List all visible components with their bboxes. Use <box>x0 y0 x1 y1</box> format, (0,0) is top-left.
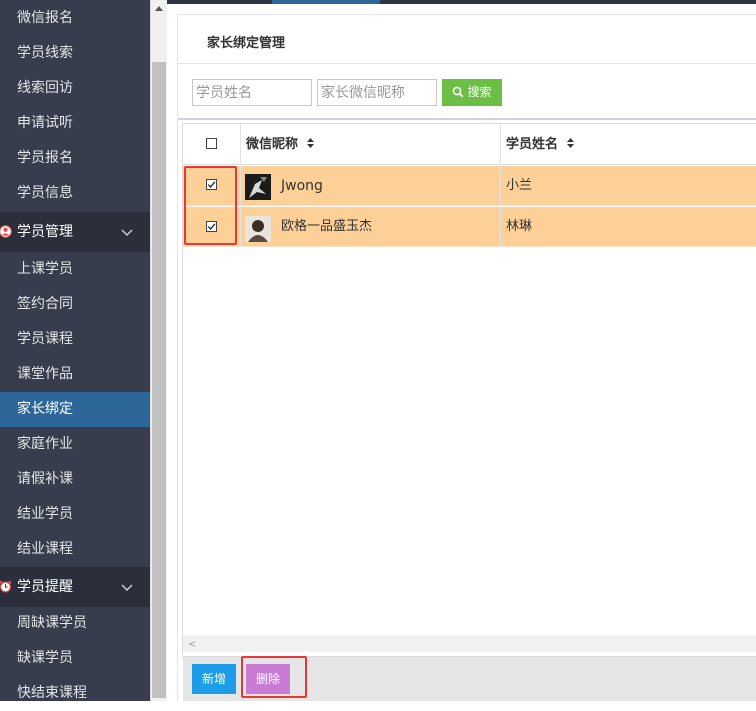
sort-icon[interactable] <box>566 137 575 149</box>
scroll-up-arrow-icon[interactable] <box>155 6 163 11</box>
alarm-clock-icon <box>0 580 12 593</box>
table-horizontal-scrollbar[interactable]: < <box>183 635 756 652</box>
wechat-nickname: Jwong <box>281 178 323 194</box>
sidebar-item-student-info[interactable]: 学员信息 <box>0 176 150 211</box>
sidebar-item-wechat-signup[interactable]: 微信报名 <box>0 1 150 36</box>
student-name: 小兰 <box>506 178 533 193</box>
sidebar-scrollbar[interactable] <box>150 0 167 701</box>
sidebar-group-label: 学员管理 <box>17 224 73 240</box>
table-header: 微信昵称 学员姓名 <box>183 124 756 165</box>
student-name: 林琳 <box>506 219 533 234</box>
sidebar-item-attending-students[interactable]: 上课学员 <box>0 252 150 287</box>
sidebar-item-ending-courses[interactable]: 快结束课程 <box>0 676 150 711</box>
sidebar: 微信报名 学员线索 线索回访 申请试听 学员报名 学员信息 学员管理 上课学员 … <box>0 0 150 701</box>
sidebar-item-homework[interactable]: 家庭作业 <box>0 427 150 462</box>
table-row[interactable]: 欧格一品盛玉杰 林琳 <box>183 207 756 247</box>
divider <box>178 63 756 64</box>
sidebar-item-contracts[interactable]: 签约合同 <box>0 287 150 322</box>
sidebar-item-student-leads[interactable]: 学员线索 <box>0 36 150 71</box>
column-divider <box>500 124 501 247</box>
chevron-down-icon <box>121 229 133 236</box>
column-header-wechat-nickname[interactable]: 微信昵称 <box>240 124 500 164</box>
column-header-student-name[interactable]: 学员姓名 <box>500 124 756 164</box>
sidebar-item-student-courses[interactable]: 学员课程 <box>0 322 150 357</box>
sidebar-item-trial-request[interactable]: 申请试听 <box>0 106 150 141</box>
top-nav-active-indicator <box>272 0 380 4</box>
avatar <box>245 216 271 242</box>
sidebar-item-leave-makeup[interactable]: 请假补课 <box>0 462 150 497</box>
sidebar-group-student-reminders[interactable]: 学员提醒 <box>0 567 150 607</box>
sort-icon[interactable] <box>306 137 315 149</box>
student-name-input[interactable] <box>192 79 312 106</box>
search-button-label: 搜索 <box>467 85 492 99</box>
search-button[interactable]: 搜索 <box>442 79 502 106</box>
sidebar-item-student-enroll[interactable]: 学员报名 <box>0 141 150 176</box>
column-divider <box>240 124 241 247</box>
select-all-checkbox[interactable] <box>206 138 217 149</box>
sidebar-group-student-management[interactable]: 学员管理 <box>0 212 150 252</box>
column-header-label: 学员姓名 <box>506 137 559 152</box>
checkbox-highlight-box <box>184 166 237 245</box>
sidebar-item-graduated-courses[interactable]: 结业课程 <box>0 532 150 567</box>
scroll-left-arrow-icon[interactable]: < <box>188 639 196 650</box>
sidebar-item-lead-followup[interactable]: 线索回访 <box>0 71 150 106</box>
column-header-label: 微信昵称 <box>246 137 299 152</box>
avatar <box>245 174 271 200</box>
search-icon <box>453 86 464 98</box>
scrollbar-thumb[interactable] <box>152 62 166 698</box>
chevron-down-icon <box>121 584 133 591</box>
wechat-nickname-input[interactable] <box>317 79 437 106</box>
divider <box>178 118 756 120</box>
sidebar-group-label: 学员提醒 <box>17 579 73 595</box>
delete-highlight-box <box>241 656 307 698</box>
wechat-nickname: 欧格一品盛玉杰 <box>281 219 373 234</box>
sidebar-item-graduated-students[interactable]: 结业学员 <box>0 497 150 532</box>
sidebar-item-absent-students[interactable]: 缺课学员 <box>0 641 150 676</box>
table-row[interactable]: Jwong 小兰 <box>183 166 756 206</box>
page-title: 家长绑定管理 <box>207 36 286 51</box>
sidebar-item-parent-binding[interactable]: 家长绑定 <box>0 392 150 427</box>
sidebar-item-class-works[interactable]: 课堂作品 <box>0 357 150 392</box>
add-button[interactable]: 新增 <box>192 664 236 694</box>
sidebar-item-weekly-absent[interactable]: 周缺课学员 <box>0 606 150 641</box>
user-icon <box>0 225 12 238</box>
